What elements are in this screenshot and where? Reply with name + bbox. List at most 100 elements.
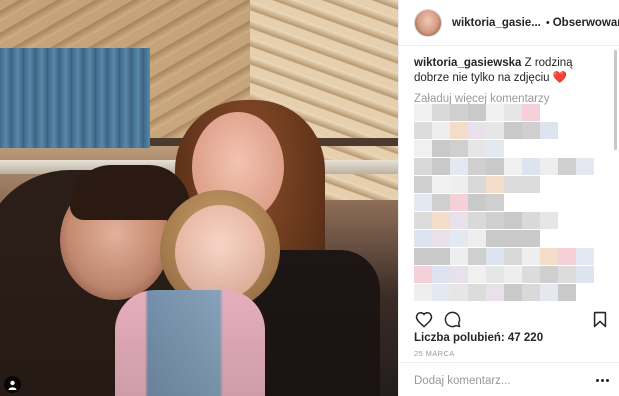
blur-tile (558, 284, 576, 301)
blur-tile (486, 122, 504, 139)
blur-tile (432, 230, 450, 247)
more-options-icon[interactable] (596, 379, 609, 382)
blur-tile (450, 230, 468, 247)
blur-tile (414, 212, 432, 229)
blur-tile (540, 266, 558, 283)
blur-tile (486, 176, 504, 193)
likes-count[interactable]: Liczba polubień: 47 220 (414, 332, 543, 344)
blur-tile (414, 104, 432, 121)
blur-tile (522, 266, 540, 283)
blur-tile (432, 248, 450, 265)
blur-tile (540, 158, 558, 175)
blur-tile (486, 212, 504, 229)
action-bar (414, 309, 610, 329)
blur-tile (522, 212, 540, 229)
blur-tile (450, 158, 468, 175)
blur-tile (468, 122, 486, 139)
blur-tile (450, 176, 468, 193)
bookmark-icon (593, 311, 607, 327)
blur-tile (486, 230, 504, 247)
comments-section: wiktoria_gasiewska Z rodziną dobrze nie … (414, 56, 610, 107)
blur-tile (486, 158, 504, 175)
blur-tile (468, 176, 486, 193)
post-date[interactable]: 25 MARCA (414, 349, 455, 358)
blur-tile (504, 122, 522, 139)
blur-tile (522, 284, 540, 301)
blur-tile (504, 248, 522, 265)
blur-tile (414, 230, 432, 247)
blur-tile (432, 104, 450, 121)
blur-tile (576, 158, 594, 175)
blur-tile (450, 122, 468, 139)
user-tag-icon[interactable] (4, 376, 21, 393)
blur-tile (486, 266, 504, 283)
blur-tile (450, 284, 468, 301)
blur-tile (414, 158, 432, 175)
blur-tile (540, 122, 558, 139)
blur-tile (522, 248, 540, 265)
blur-tile (558, 266, 576, 283)
save-button[interactable] (590, 309, 610, 329)
post-header: wiktoria_gasie... • Obserwowanie (399, 0, 619, 46)
heart-emoji: ❤️ (552, 72, 568, 84)
blur-tile (450, 140, 468, 157)
blur-tile (540, 212, 558, 229)
caption: wiktoria_gasiewska Z rodziną dobrze nie … (414, 56, 610, 86)
blur-tile (432, 176, 450, 193)
blur-tile (558, 248, 576, 265)
blur-tile (450, 266, 468, 283)
blur-tile (540, 284, 558, 301)
comments-scrollbar[interactable] (614, 50, 617, 150)
blur-tile (522, 122, 540, 139)
blur-tile (504, 212, 522, 229)
divider (399, 362, 619, 363)
blur-tile (468, 104, 486, 121)
blur-tile (432, 158, 450, 175)
blur-tile (432, 266, 450, 283)
blur-tile (432, 284, 450, 301)
blur-tile (576, 248, 594, 265)
blur-tile (432, 140, 450, 157)
blur-tile (414, 122, 432, 139)
blur-tile (522, 176, 540, 193)
blur-tile (486, 284, 504, 301)
avatar[interactable] (414, 8, 442, 37)
comment-icon (444, 311, 460, 327)
blur-tile (450, 194, 468, 211)
caption-username[interactable]: wiktoria_gasiewska (414, 57, 521, 69)
header-username[interactable]: wiktoria_gasie... (452, 17, 541, 29)
blur-tile (450, 212, 468, 229)
blur-tile (468, 284, 486, 301)
comment-button[interactable] (442, 309, 462, 329)
blur-tile (522, 230, 540, 247)
blur-tile (504, 230, 522, 247)
blur-tile (504, 266, 522, 283)
blur-tile (540, 248, 558, 265)
blurred-comments (414, 104, 610, 304)
blur-tile (414, 176, 432, 193)
post-sidebar: wiktoria_gasie... • Obserwowanie wiktori… (398, 0, 619, 396)
blur-tile (468, 194, 486, 211)
blur-tile (450, 248, 468, 265)
blur-tile (504, 104, 522, 121)
blur-tile (486, 140, 504, 157)
blur-tile (468, 140, 486, 157)
post-photo[interactable] (0, 0, 398, 396)
blur-tile (522, 104, 540, 121)
blur-tile (414, 140, 432, 157)
blur-tile (468, 266, 486, 283)
blur-tile (468, 212, 486, 229)
blur-tile (414, 266, 432, 283)
like-button[interactable] (414, 309, 434, 329)
blur-tile (522, 158, 540, 175)
heart-icon (415, 311, 433, 328)
blur-tile (504, 284, 522, 301)
blur-tile (432, 212, 450, 229)
blur-tile (414, 284, 432, 301)
follow-button[interactable]: Obserwowanie (553, 17, 619, 29)
blur-tile (468, 230, 486, 247)
add-comment-input[interactable]: Dodaj komentarz... (414, 375, 511, 387)
blur-tile (486, 104, 504, 121)
photo-shade (0, 0, 398, 396)
blur-tile (504, 158, 522, 175)
